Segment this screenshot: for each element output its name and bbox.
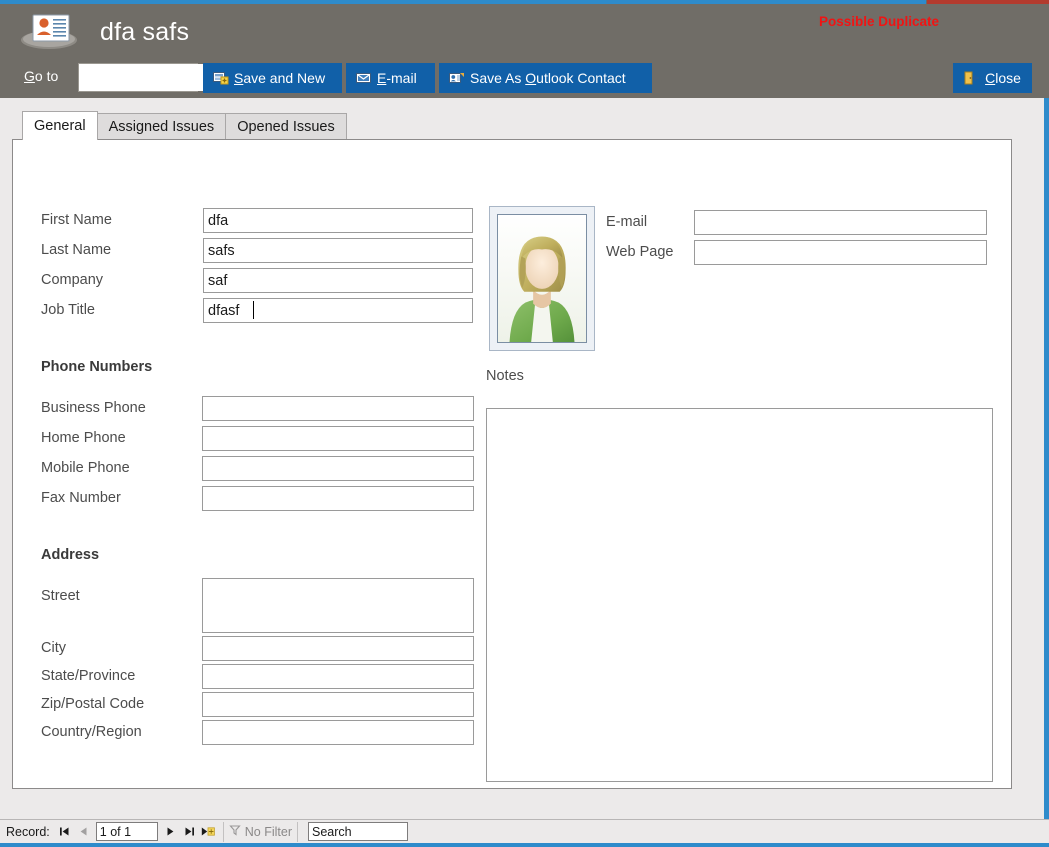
email-input[interactable] xyxy=(694,210,987,235)
save-as-outlook-contact-button[interactable]: Save As Outlook Contact xyxy=(439,63,652,93)
save-label-rest: ave and New xyxy=(243,70,326,86)
close-label-rest: lose xyxy=(995,70,1021,86)
filter-label: No Filter xyxy=(244,824,293,839)
filter-icon xyxy=(229,824,241,839)
record-label: Record: xyxy=(6,824,50,839)
mobile-phone-input[interactable] xyxy=(202,456,474,481)
goto-label: Go to xyxy=(24,68,58,84)
web-page-input[interactable] xyxy=(694,240,987,265)
mobile-phone-label: Mobile Phone xyxy=(41,460,130,476)
form-body: General Assigned Issues Opened Issues Fi… xyxy=(0,98,1049,819)
state-province-input[interactable] xyxy=(202,664,474,689)
zip-postal-code-input[interactable] xyxy=(202,692,474,717)
job-title-input[interactable] xyxy=(203,298,473,323)
country-region-label: Country/Region xyxy=(41,724,142,740)
email-label-rest: -mail xyxy=(386,70,417,86)
zip-postal-code-label: Zip/Postal Code xyxy=(41,696,145,712)
duplicate-warning-label: Possible Duplicate xyxy=(818,14,939,29)
filter-status[interactable]: No Filter xyxy=(229,824,292,839)
save-and-new-label: Save and New xyxy=(234,70,325,86)
nav-separator-2 xyxy=(297,821,299,842)
home-phone-label: Home Phone xyxy=(41,430,126,446)
goto-combobox[interactable] xyxy=(78,63,280,92)
goto-label-rest: o to xyxy=(34,68,59,84)
save-new-icon xyxy=(213,71,229,85)
phone-numbers-section-title: Phone Numbers xyxy=(41,359,153,375)
first-name-label: First Name xyxy=(41,212,112,228)
tab-opened-issues[interactable]: Opened Issues xyxy=(225,113,347,140)
nav-separator xyxy=(222,821,224,842)
street-label: Street xyxy=(41,588,80,604)
text-cursor xyxy=(253,301,254,319)
close-label: Close xyxy=(985,70,1021,86)
company-label: Company xyxy=(41,272,104,288)
email-label: E-mail xyxy=(377,70,417,86)
close-door-icon xyxy=(964,71,980,85)
close-accesskey: C xyxy=(985,70,996,86)
contact-photo-placeholder xyxy=(497,214,587,343)
save-accesskey: S xyxy=(234,70,244,86)
close-button[interactable]: Close xyxy=(953,63,1032,93)
new-record-icon[interactable] xyxy=(199,822,218,842)
previous-record-icon[interactable] xyxy=(74,822,93,842)
home-phone-input[interactable] xyxy=(202,426,474,451)
outlook-label: Save As Outlook Contact xyxy=(470,70,626,86)
goto-accesskey: G xyxy=(24,68,35,84)
last-record-icon[interactable] xyxy=(180,822,199,842)
job-title-label: Job Title xyxy=(41,302,95,318)
outlook-label-prefix: Save As xyxy=(470,70,526,86)
tab-assigned-issues[interactable]: Assigned Issues xyxy=(96,113,227,140)
country-region-input[interactable] xyxy=(202,720,474,745)
outlook-label-rest: utlook Contact xyxy=(536,70,626,86)
fax-number-input[interactable] xyxy=(202,486,474,511)
envelope-icon xyxy=(356,71,372,85)
form-header: dfa safs Possible Duplicate Go to Save a… xyxy=(0,4,1049,98)
notes-textarea[interactable] xyxy=(486,408,993,782)
search-input[interactable] xyxy=(308,822,409,841)
last-name-label: Last Name xyxy=(41,242,112,258)
business-phone-input[interactable] xyxy=(202,396,474,421)
email-field-label: E-mail xyxy=(606,214,648,230)
outlook-accesskey: O xyxy=(525,70,537,86)
business-phone-label: Business Phone xyxy=(41,400,146,416)
first-record-icon[interactable] xyxy=(55,822,74,842)
web-page-field-label: Web Page xyxy=(606,244,674,260)
page-title: dfa safs xyxy=(100,18,190,46)
access-contact-form-window: dfa safs Possible Duplicate Go to Save a… xyxy=(0,0,1049,847)
window-bottom-accent-bar xyxy=(0,843,1049,847)
record-navigation-bar: Record: No Filter xyxy=(0,819,1049,843)
contact-photo-frame[interactable] xyxy=(489,206,595,351)
tab-strip: General Assigned Issues Opened Issues xyxy=(22,111,347,140)
first-name-input[interactable] xyxy=(203,208,473,233)
email-button[interactable]: E-mail xyxy=(346,63,435,93)
notes-label: Notes xyxy=(486,368,524,384)
city-label: City xyxy=(41,640,66,656)
general-tab-panel: First Name Last Name Company Job Title xyxy=(12,139,1012,789)
street-input[interactable] xyxy=(202,578,474,633)
company-input[interactable] xyxy=(203,268,473,293)
last-name-input[interactable] xyxy=(203,238,473,263)
state-province-label: State/Province xyxy=(41,668,136,684)
city-input[interactable] xyxy=(202,636,474,661)
contact-card-icon xyxy=(18,10,80,52)
record-number-input[interactable] xyxy=(95,822,158,841)
email-accesskey: E xyxy=(377,70,387,86)
tab-general[interactable]: General xyxy=(22,111,98,140)
save-and-new-button[interactable]: Save and New xyxy=(203,63,342,93)
outlook-contact-icon xyxy=(449,71,465,85)
address-section-title: Address xyxy=(41,547,100,563)
next-record-icon[interactable] xyxy=(161,822,180,842)
fax-number-label: Fax Number xyxy=(41,490,121,506)
